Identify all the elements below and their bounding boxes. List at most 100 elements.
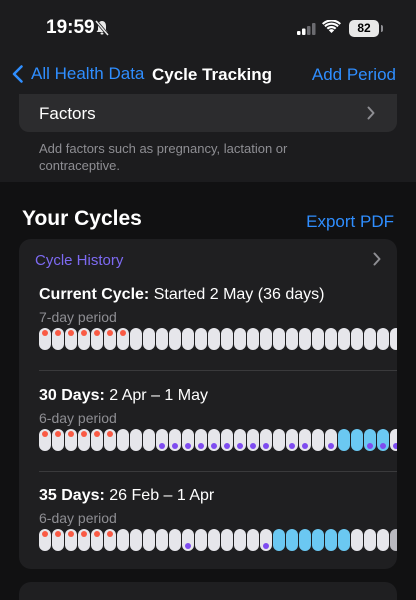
period-day [104,529,116,551]
bell-muted-icon [94,20,110,41]
battery-tip [381,25,383,32]
cycle-day [351,328,363,350]
cycle-period-length: 6-day period [39,510,117,526]
cycle-day [195,328,207,350]
cycle-heading-dates: 2 Apr – 1 May [104,387,208,404]
cycle-day [260,328,272,350]
cycle-day [130,328,142,350]
period-day [104,429,116,451]
cycle-day [221,328,233,350]
cycle-day [169,328,181,350]
ovulation-day [221,429,233,451]
cycle-heading: Current Cycle: Started 2 May (36 days) [39,286,324,304]
fertile-day [338,429,350,451]
add-period-button[interactable]: Add Period [312,65,396,85]
cycle-row-current[interactable]: Current Cycle: Started 2 May (36 days) 7… [39,286,397,386]
fertile-day [325,529,337,551]
cycle-history-header: Cycle History [35,252,124,269]
chevron-right-icon [373,252,381,271]
status-bar: 19:59 82 [0,0,416,56]
cycle-period-length: 6-day period [39,410,117,426]
cycle-row-30-days[interactable]: 30 Days: 2 Apr – 1 May 6-day period [39,387,397,487]
divider [39,471,397,472]
period-day [91,328,103,350]
cycle-day-strip [39,529,397,557]
cycle-day [377,529,389,551]
cycle-row-35-days[interactable]: 35 Days: 26 Feb – 1 Apr 6-day period [39,487,397,569]
your-cycles-section: Your Cycles Export PDF Cycle History Cur… [0,182,416,600]
wifi-icon [322,19,341,39]
ovulation-day [390,429,397,451]
cycle-day [247,529,259,551]
cycle-day [286,328,298,350]
period-day [91,529,103,551]
cycle-day [312,429,324,451]
fertile-day [338,529,350,551]
ovulation-day [156,429,168,451]
period-day [39,529,51,551]
cycle-heading-bold: 35 Days: [39,487,105,504]
fertile-day [286,529,298,551]
period-day [104,328,116,350]
ovulation-day [325,429,337,451]
page-title: Cycle Tracking [152,65,273,84]
cycle-day [143,529,155,551]
ovulation-day [182,529,194,551]
factors-caption: Add factors such as pregnancy, lactation… [39,141,288,173]
cycle-heading-bold: Current Cycle: [39,286,150,303]
ovulation-day [182,429,194,451]
period-day [117,328,129,350]
cycle-day [195,529,207,551]
cycle-day [117,429,129,451]
period-day [52,429,64,451]
ovulation-day [234,429,246,451]
cycle-history-card[interactable]: Cycle History Current Cycle: Started 2 M… [19,239,397,569]
ovulation-day [260,429,272,451]
divider [39,370,397,371]
cycle-day [364,529,376,551]
cycle-day [143,429,155,451]
back-label: All Health Data [31,64,145,83]
cycle-day [247,328,259,350]
fertile-day [351,429,363,451]
fertile-day [273,529,285,551]
cycle-heading: 30 Days: 2 Apr – 1 May [39,387,208,405]
cycle-day [130,429,142,451]
fertile-day [299,529,311,551]
ovulation-day [195,429,207,451]
cycle-day [156,328,168,350]
period-day [91,429,103,451]
cycle-day [364,328,376,350]
status-time: 19:59 [46,17,95,38]
battery-indicator: 82 [349,20,379,37]
fertile-day [364,429,376,451]
chevron-right-icon [367,106,375,125]
cycle-day [208,529,220,551]
period-day [65,529,77,551]
period-day [39,328,51,350]
period-day [78,529,90,551]
cellular-signal-icon [297,22,317,40]
section-title: Your Cycles [22,207,142,230]
factors-row[interactable]: Factors [19,94,397,132]
cycle-day [390,529,397,551]
ovulation-day [247,429,259,451]
cycle-heading-bold: 30 Days: [39,387,105,404]
cycle-day [117,529,129,551]
ovulation-day [169,429,181,451]
cycle-day [338,328,350,350]
cycle-day [221,529,233,551]
cycle-day [325,328,337,350]
ovulation-day [299,429,311,451]
export-pdf-button[interactable]: Export PDF [306,212,394,232]
ovulation-day [286,429,298,451]
period-day [65,328,77,350]
ovulation-day [208,429,220,451]
cycle-heading: 35 Days: 26 Feb – 1 Apr [39,487,214,505]
navigation-bar: All Health Data Cycle Tracking Add Perio… [0,56,416,94]
cycle-day [390,328,397,350]
back-button[interactable]: All Health Data [12,64,144,84]
cycle-day [299,328,311,350]
next-section-card [19,582,397,600]
period-day [78,328,90,350]
